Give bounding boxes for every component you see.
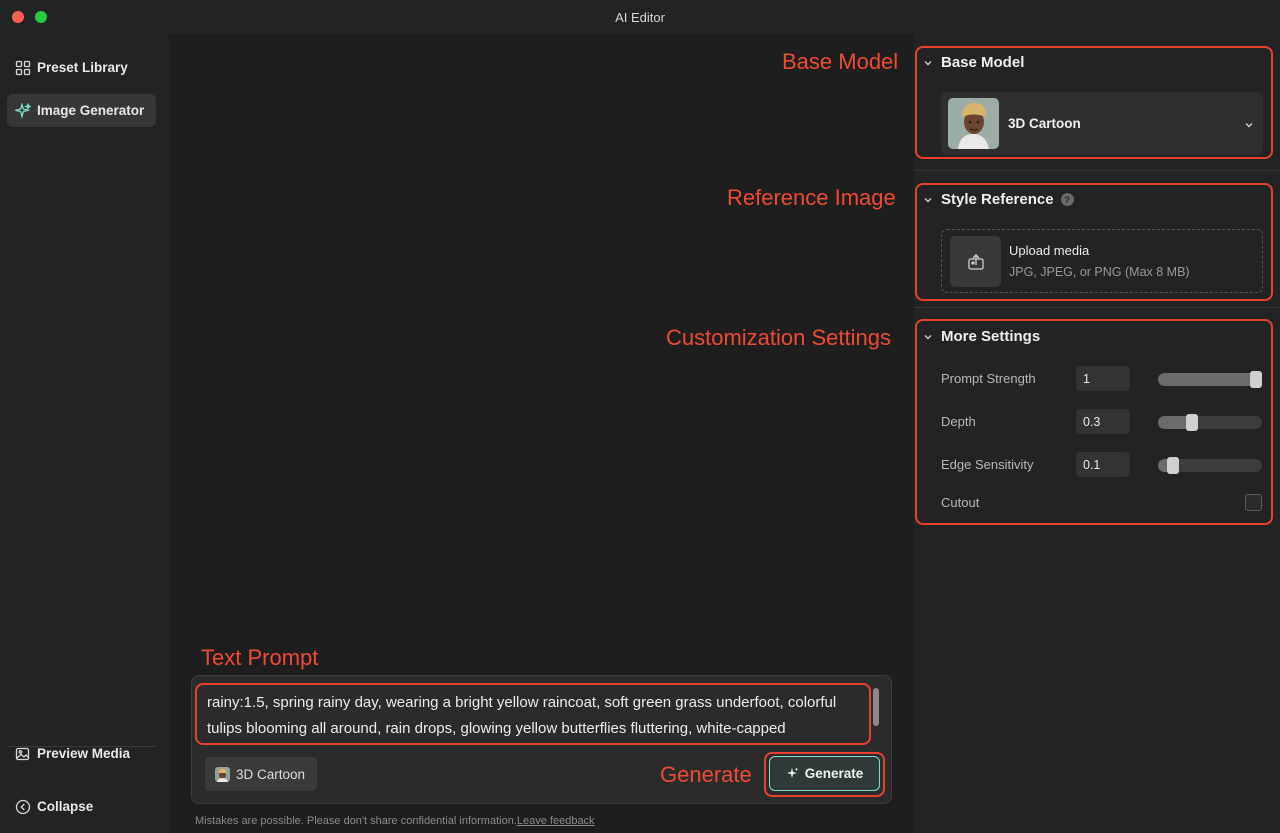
window-title: AI Editor <box>615 10 665 25</box>
annotation-label-base-model: Base Model <box>782 49 899 74</box>
collapse-button[interactable]: Collapse <box>7 790 156 823</box>
sidebar <box>0 34 169 833</box>
sidebar-item-label: Preset Library <box>37 60 128 75</box>
leave-feedback-link[interactable]: Leave feedback <box>517 815 595 827</box>
chevron-left-circle-icon <box>15 799 31 815</box>
image-icon <box>15 746 31 762</box>
annotation-box-generate <box>764 752 885 797</box>
model-chip-label: 3D Cartoon <box>236 766 306 782</box>
annotation-box-customization <box>915 319 1273 525</box>
annotation-label-generate: Generate <box>660 762 752 787</box>
panel-divider <box>914 170 1280 171</box>
model-chip[interactable]: 3D Cartoon <box>205 757 318 791</box>
sidebar-item-image-generator[interactable]: Image Generator <box>7 94 156 127</box>
panel-divider <box>914 307 1280 308</box>
annotation-label-text-prompt: Text Prompt <box>201 645 319 670</box>
sparkle-icon <box>15 102 31 119</box>
annotation-box-reference-image <box>915 183 1273 301</box>
sidebar-item-label: Collapse <box>37 799 94 814</box>
sidebar-divider <box>7 746 156 747</box>
annotation-box-text-prompt <box>195 683 871 745</box>
sidebar-item-preview-media[interactable]: Preview Media <box>7 737 156 770</box>
annotation-box-base-model <box>915 46 1273 159</box>
annotation-label-customization: Customization Settings <box>666 325 891 350</box>
sidebar-item-preset-library[interactable]: Preset Library <box>7 51 156 84</box>
sidebar-item-label: Preview Media <box>37 746 131 761</box>
model-chip-thumbnail <box>215 766 230 782</box>
grid-icon <box>15 60 31 76</box>
annotation-label-reference-image: Reference Image <box>727 185 896 210</box>
title-bar: AI Editor <box>0 0 1280 34</box>
sidebar-item-label: Image Generator <box>37 103 145 118</box>
disclaimer: Mistakes are possible. Please don't shar… <box>195 815 595 827</box>
prompt-scrollbar[interactable] <box>873 688 879 726</box>
